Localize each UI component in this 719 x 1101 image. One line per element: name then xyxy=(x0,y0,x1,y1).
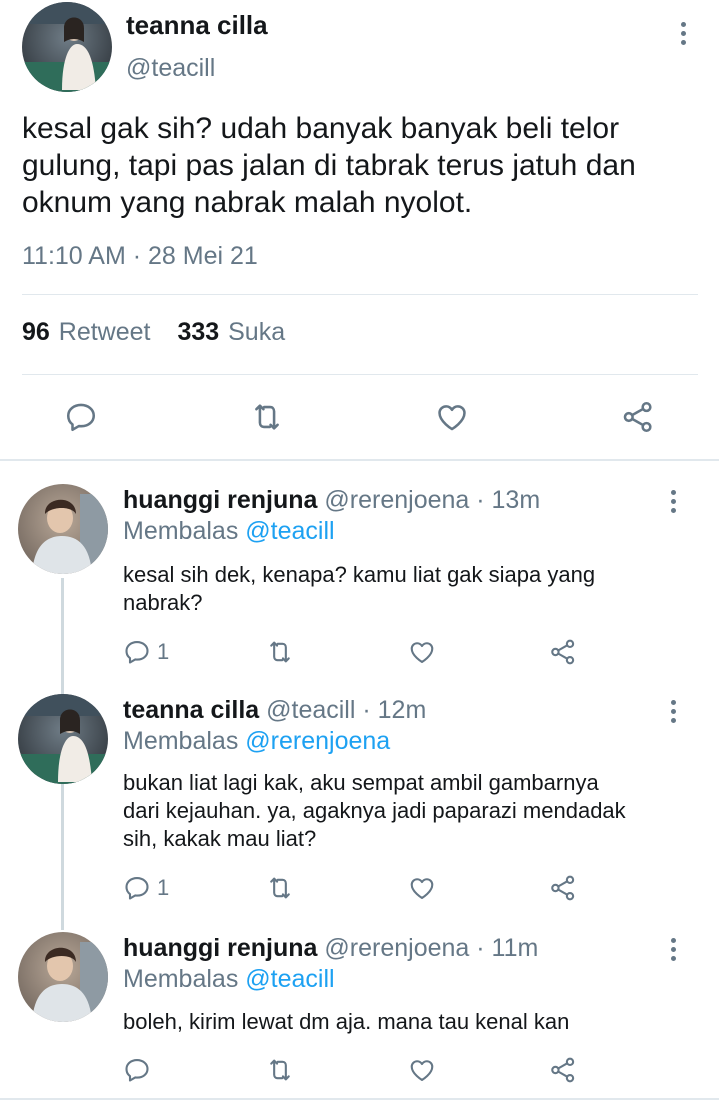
reply-count: 1 xyxy=(157,875,170,900)
reply-avatar[interactable] xyxy=(18,694,108,784)
divider xyxy=(22,374,698,375)
retweet-icon[interactable] xyxy=(250,400,284,434)
reply-icon[interactable] xyxy=(123,638,151,666)
reply-text-line: kesal sih dek, kenapa? kamu liat gak sia… xyxy=(123,562,596,587)
reply-header: teanna cilla @teacill · 12m xyxy=(123,696,426,725)
more-vertical-icon[interactable] xyxy=(668,490,678,513)
tweet-text: kesal gak sih? udah banyak banyak beli t… xyxy=(22,110,636,221)
reply-icon[interactable] xyxy=(123,874,151,902)
tweet-text-line: gulung, tapi pas jalan di tabrak terus j… xyxy=(22,149,636,182)
like-label[interactable]: Suka xyxy=(228,318,285,346)
reply-header: huanggi renjuna @rerenjoena · 11m xyxy=(123,934,538,963)
share-icon[interactable] xyxy=(549,638,577,666)
reply-avatar[interactable] xyxy=(18,932,108,1022)
reply-icon[interactable] xyxy=(123,1056,151,1084)
heart-icon[interactable] xyxy=(408,638,436,666)
replying-to-prefix: Membalas xyxy=(123,517,239,545)
reply-text-line: sih, kakak mau liat? xyxy=(123,826,317,851)
reply-header: huanggi renjuna @rerenjoena · 13m xyxy=(123,486,540,515)
replying-to-handle[interactable]: @rerenjoena xyxy=(245,727,390,755)
reply-icon[interactable] xyxy=(64,400,98,434)
author-avatar[interactable] xyxy=(22,2,112,92)
reply-text-line: nabrak? xyxy=(123,590,203,615)
reply-display-name[interactable]: huanggi renjuna xyxy=(123,934,317,962)
reply-text-line: bukan liat lagi kak, aku sempat ambil ga… xyxy=(123,770,599,795)
divider xyxy=(22,294,698,295)
author-display-name[interactable]: teanna cilla xyxy=(126,10,268,41)
reply-meta[interactable]: @teacill · 12m xyxy=(266,696,426,724)
section-divider xyxy=(0,459,719,461)
heart-icon[interactable] xyxy=(435,400,469,434)
reply-text: kesal sih dek, kenapa? kamu liat gak sia… xyxy=(123,561,595,617)
author-handle[interactable]: @teacill xyxy=(126,54,215,83)
replying-to: Membalas @rerenjoena xyxy=(123,727,390,756)
reply-text: boleh, kirim lewat dm aja. mana tau kena… xyxy=(123,1008,569,1036)
reply-count: 1 xyxy=(157,639,170,664)
replying-to: Membalas @teacill xyxy=(123,965,335,994)
reply-meta[interactable]: @rerenjoena · 11m xyxy=(324,934,538,962)
share-icon[interactable] xyxy=(549,1056,577,1084)
more-vertical-icon[interactable] xyxy=(678,22,688,45)
tweet-timestamp[interactable]: 11:10 AM · 28 Mei 21 xyxy=(22,242,258,271)
reply-display-name[interactable]: huanggi renjuna xyxy=(123,486,317,514)
replying-to-handle[interactable]: @teacill xyxy=(245,517,334,545)
replying-to-handle[interactable]: @teacill xyxy=(245,965,334,993)
reply-meta[interactable]: @rerenjoena · 13m xyxy=(324,486,540,514)
retweet-label[interactable]: Retweet xyxy=(59,318,151,346)
reply-text-line: dari kejauhan. ya, agaknya jadi paparazi… xyxy=(123,798,626,823)
retweet-icon[interactable] xyxy=(266,1056,294,1084)
reply-avatar[interactable] xyxy=(18,484,108,574)
replying-to-prefix: Membalas xyxy=(123,965,239,993)
tweet-text-line: kesal gak sih? udah banyak banyak beli t… xyxy=(22,112,620,145)
reply-display-name[interactable]: teanna cilla xyxy=(123,696,259,724)
retweet-count[interactable]: 96 xyxy=(22,318,50,346)
share-icon[interactable] xyxy=(621,400,655,434)
like-count[interactable]: 333 xyxy=(177,318,219,346)
more-vertical-icon[interactable] xyxy=(668,938,678,961)
share-icon[interactable] xyxy=(549,874,577,902)
reply-text: bukan liat lagi kak, aku sempat ambil ga… xyxy=(123,769,626,853)
tweet-stats: 96 Retweet 333 Suka xyxy=(22,318,285,347)
bottom-divider xyxy=(0,1098,719,1100)
heart-icon[interactable] xyxy=(408,874,436,902)
reply-text-line: boleh, kirim lewat dm aja. mana tau kena… xyxy=(123,1009,570,1034)
more-vertical-icon[interactable] xyxy=(668,700,678,723)
retweet-icon[interactable] xyxy=(266,638,294,666)
replying-to: Membalas @teacill xyxy=(123,517,335,546)
heart-icon[interactable] xyxy=(408,1056,436,1084)
retweet-icon[interactable] xyxy=(266,874,294,902)
replying-to-prefix: Membalas xyxy=(123,727,239,755)
tweet-text-line: oknum yang nabrak malah nyolot. xyxy=(22,186,473,219)
